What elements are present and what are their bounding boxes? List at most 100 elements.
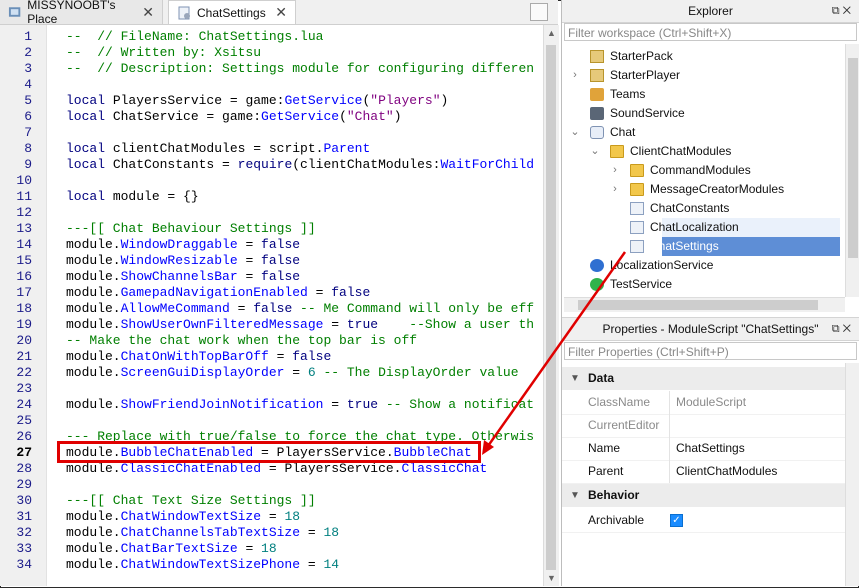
- code-token: GetService: [284, 93, 363, 108]
- explorer-item-localizationservice[interactable]: LocalizationService: [564, 256, 844, 275]
- editor-vertical-scrollbar[interactable]: ▲ ▼: [543, 25, 559, 586]
- code-line[interactable]: module.WindowResizable = false: [66, 253, 300, 269]
- explorer-item-starterplayer[interactable]: › StarterPlayer: [564, 66, 844, 85]
- code-line[interactable]: module.ScreenGuiDisplayOrder = 6 -- The …: [66, 365, 519, 381]
- explorer-item-testservice[interactable]: TestService: [564, 275, 844, 294]
- line-number: 28: [16, 461, 32, 476]
- collapse-arrow-icon[interactable]: ▼: [570, 484, 580, 507]
- explorer-item-label: MessageCreatorModules: [650, 182, 785, 196]
- starterpack-icon: [590, 50, 604, 63]
- tab-chatsettings-close-icon[interactable]: ✕: [275, 4, 287, 21]
- code-line[interactable]: module.ChatWindowTextSize = 18: [66, 509, 300, 525]
- code-line[interactable]: local module = {}: [66, 189, 199, 205]
- properties-vertical-scrollbar[interactable]: [845, 363, 859, 586]
- explorer-horizontal-scrollbar[interactable]: [564, 297, 845, 312]
- code-token: ChatWindowTextSize: [120, 509, 262, 524]
- globe-icon: [590, 259, 604, 272]
- explorer-vertical-scrollbar[interactable]: [845, 44, 859, 297]
- explorer-window-controls[interactable]: ⧉ ✕: [832, 0, 851, 22]
- expand-arrow-icon[interactable]: ⌄: [590, 142, 600, 161]
- explorer-item-chatlocalization[interactable]: ChatLocalization: [630, 218, 840, 237]
- code-line[interactable]: -- // Written by: Xsitsu: [66, 45, 261, 61]
- collapse-arrow-icon[interactable]: ›: [610, 180, 620, 199]
- code-line[interactable]: -- // FileName: ChatSettings.lua: [66, 29, 323, 45]
- explorer-item-messagecreatormodules[interactable]: › MessageCreatorModules: [564, 180, 844, 199]
- code-line[interactable]: module.WindowDraggable = false: [66, 237, 300, 253]
- code-line[interactable]: local PlayersService = game:GetService("…: [66, 93, 448, 109]
- explorer-scroll-thumb[interactable]: [848, 58, 858, 258]
- line-number: 5: [24, 93, 32, 108]
- editor-scroll-thumb[interactable]: [546, 45, 556, 570]
- prop-row-name[interactable]: Name ChatSettings: [562, 437, 859, 461]
- code-line[interactable]: local clientChatModules = script.Parent: [66, 141, 370, 157]
- code-token: Parent: [323, 141, 371, 156]
- code-line[interactable]: module.AllowMeCommand = false -- Me Comm…: [66, 301, 534, 317]
- line-number: 30: [16, 493, 32, 508]
- tab-chatsettings[interactable]: ChatSettings ✕: [168, 0, 296, 24]
- prop-group-behavior[interactable]: ▼ Behavior: [562, 484, 859, 507]
- explorer-item-clientchatmodules[interactable]: ⌄ ClientChatModules: [564, 142, 844, 161]
- code-token: false: [261, 269, 301, 284]
- explorer-item-chatconstants[interactable]: ChatConstants: [564, 199, 844, 218]
- tab-place-close-icon[interactable]: ✕: [142, 4, 154, 21]
- code-line[interactable]: local ChatConstants = require(clientChat…: [66, 157, 534, 173]
- prop-group-data[interactable]: ▼ Data: [562, 367, 859, 390]
- prop-row-classname[interactable]: ClassName ModuleScript: [562, 391, 859, 415]
- code-line[interactable]: module.ChatChannelsTabTextSize = 18: [66, 525, 339, 541]
- scroll-down-icon[interactable]: ▼: [547, 573, 556, 583]
- code-line[interactable]: module.ClassicChatEnabled = PlayersServi…: [66, 461, 487, 477]
- explorer-item-starterpack[interactable]: StarterPack: [564, 47, 844, 66]
- collapse-arrow-icon[interactable]: ▼: [570, 367, 580, 390]
- explorer-item-chat[interactable]: ⌄ Chat: [564, 123, 844, 142]
- code-line[interactable]: ---[[ Chat Text Size Settings ]]: [66, 493, 316, 509]
- collapse-arrow-icon[interactable]: ›: [570, 66, 580, 85]
- code-line[interactable]: module.ShowUserOwnFilteredMessage = true…: [66, 317, 534, 333]
- code-line[interactable]: -- Make the chat work when the top bar i…: [66, 333, 417, 349]
- code-token: require: [237, 157, 293, 172]
- code-line[interactable]: ---[[ Chat Behaviour Settings ]]: [66, 221, 316, 237]
- explorer-item-teams[interactable]: Teams: [564, 85, 844, 104]
- tab-place[interactable]: MISSYNOOBT's Place ✕: [0, 0, 163, 26]
- explorer-item-soundservice[interactable]: SoundService: [564, 104, 844, 123]
- code-line[interactable]: module.GamepadNavigationEnabled = false: [66, 285, 370, 301]
- code-token: =: [229, 301, 254, 316]
- code-token: false: [292, 349, 332, 364]
- explorer-hscroll-thumb[interactable]: [578, 300, 818, 310]
- code-token: =: [237, 237, 262, 252]
- code-token: local: [66, 141, 106, 156]
- explorer-item-chatsettings[interactable]: ChatSettings: [630, 237, 840, 256]
- properties-titlebar: Properties - ModuleScript "ChatSettings"…: [562, 317, 859, 341]
- prop-row-parent[interactable]: Parent ClientChatModules: [562, 460, 859, 484]
- code-line[interactable]: module.ShowFriendJoinNotification = true…: [66, 397, 534, 413]
- code-token: GetService: [261, 109, 340, 124]
- code-token: module.: [66, 461, 121, 476]
- prop-name-value[interactable]: ChatSettings: [669, 437, 745, 460]
- code-line[interactable]: local ChatService = game:GetService("Cha…: [66, 109, 402, 125]
- prop-parent-value[interactable]: ClientChatModules: [669, 460, 777, 483]
- panel-toggle-icon[interactable]: [530, 3, 548, 21]
- prop-row-currenteditor[interactable]: CurrentEditor: [562, 414, 859, 438]
- archivable-checkbox[interactable]: ✓: [670, 514, 683, 527]
- code-line[interactable]: module.ShowChannelsBar = false: [66, 269, 300, 285]
- code-line[interactable]: module.ChatWindowTextSizePhone = 14: [66, 557, 339, 573]
- explorer-item-label: TestService: [610, 277, 673, 291]
- explorer-item-commandmodules[interactable]: › CommandModules: [564, 161, 844, 180]
- code-token: ): [393, 109, 402, 124]
- code-token: clientChatModules = script.: [105, 141, 324, 156]
- code-line[interactable]: module.ChatBarTextSize = 18: [66, 541, 277, 557]
- scroll-up-icon[interactable]: ▲: [547, 28, 556, 38]
- code-line[interactable]: -- // Description: Settings module for c…: [66, 61, 534, 77]
- prop-row-archivable[interactable]: Archivable ✓: [562, 509, 859, 533]
- properties-window-controls[interactable]: ⧉ ✕: [832, 318, 851, 340]
- line-number: 22: [16, 365, 32, 380]
- explorer-filter-input[interactable]: Filter workspace (Ctrl+Shift+X): [564, 23, 857, 41]
- code-area[interactable]: -- // FileName: ChatSettings.lua -- // Wr…: [66, 25, 543, 586]
- code-token: =: [284, 365, 308, 380]
- expand-arrow-icon[interactable]: ⌄: [570, 123, 580, 142]
- code-line[interactable]: module.ChatOnWithTopBarOff = false: [66, 349, 331, 365]
- line-number: 32: [16, 525, 32, 540]
- collapse-arrow-icon[interactable]: ›: [610, 161, 620, 180]
- properties-filter-input[interactable]: Filter Properties (Ctrl+Shift+P): [564, 342, 857, 360]
- script-editor[interactable]: 1 2 3 4 5 6 7 8 9 10 11 12 13 14 15 16 17 18 19 20 21 22 23 24 2…: [0, 25, 543, 586]
- starterplayer-icon: [590, 69, 604, 82]
